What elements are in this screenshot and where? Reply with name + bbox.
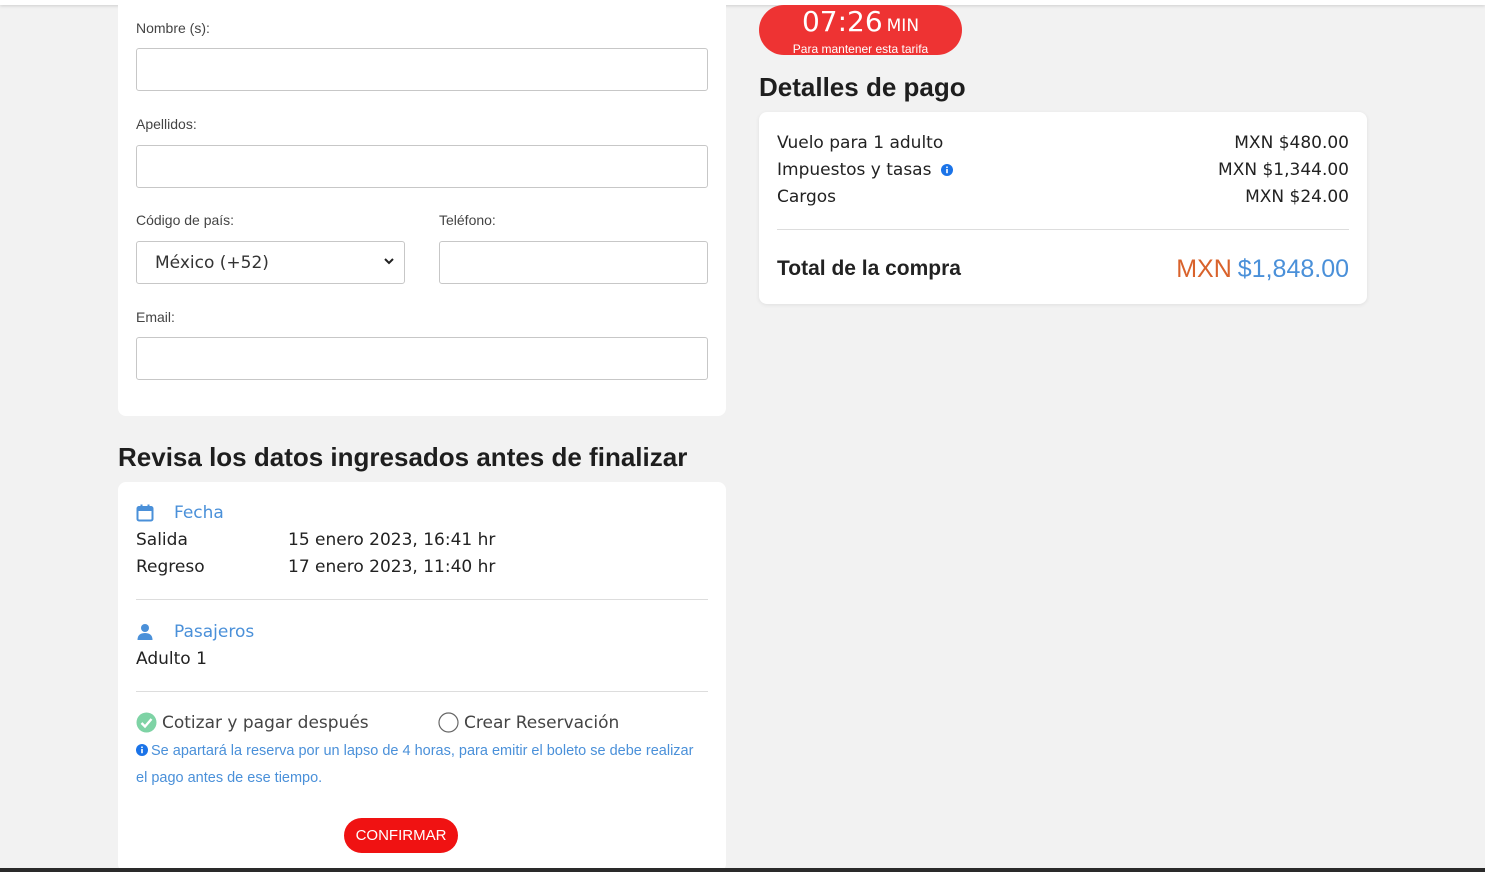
option-cotizar[interactable]: Cotizar y pagar después xyxy=(136,712,369,733)
user-icon xyxy=(137,624,153,640)
payment-title: Detalles de pago xyxy=(759,72,966,102)
apellidos-input[interactable] xyxy=(136,145,708,188)
apellidos-label: Apellidos: xyxy=(136,116,197,132)
info-icon[interactable] xyxy=(940,164,953,176)
codigo-pais-value: México (+52) xyxy=(155,252,269,273)
total-label: Total de la compra xyxy=(777,257,961,280)
email-label: Email: xyxy=(136,309,175,325)
fare-timer: 07:26 MIN Para mantener esta tarifa xyxy=(759,5,962,56)
reservation-note: Se apartará la reserva por un lapso de 4… xyxy=(136,738,696,792)
radio-empty-icon xyxy=(438,712,459,733)
telefono-input[interactable] xyxy=(439,241,708,284)
timer-note: Para mantener esta tarifa xyxy=(792,42,929,56)
review-title: Revisa los datos ingresados antes de fin… xyxy=(118,442,688,472)
payment-row-label: Impuestos y tasas xyxy=(777,160,932,180)
regreso-label: Regreso xyxy=(136,557,205,577)
payment-row-label: Cargos xyxy=(777,187,837,207)
review-card: Fecha Salida 15 enero 2023, 16:41 hr Reg… xyxy=(118,482,726,872)
codigo-pais-label: Código de país: xyxy=(136,212,235,228)
payment-row: Cargos MXN $24.00 xyxy=(777,185,1349,209)
payment-row: Impuestos y tasas MXN $1,344.00 xyxy=(777,158,1349,182)
email-input[interactable] xyxy=(136,337,708,380)
fecha-heading: Fecha xyxy=(136,503,224,523)
nombre-input[interactable] xyxy=(136,48,708,91)
payment-row-amount: MXN $480.00 xyxy=(1234,133,1349,153)
salida-label: Salida xyxy=(136,530,188,550)
section-divider xyxy=(136,691,708,692)
timer-time: 07:26 xyxy=(801,5,883,38)
option-crear-reservacion[interactable]: Crear Reservación xyxy=(438,712,619,733)
passenger-item: Adulto 1 xyxy=(136,649,207,669)
bottom-edge xyxy=(0,868,1485,872)
pasajeros-heading-label: Pasajeros xyxy=(174,622,255,642)
chevron-down-icon xyxy=(384,258,394,265)
calendar-icon xyxy=(136,504,154,522)
payment-divider xyxy=(777,229,1349,230)
option-cotizar-label: Cotizar y pagar después xyxy=(162,712,369,733)
timer-unit: MIN xyxy=(886,16,920,36)
total-row: Total de la compra MXN $1,848.00 xyxy=(777,252,1349,286)
salida-value: 15 enero 2023, 16:41 hr xyxy=(288,530,496,550)
payment-row-label: Vuelo para 1 adulto xyxy=(777,133,944,153)
confirm-button[interactable]: CONFIRMAR xyxy=(344,818,458,853)
payment-row: Vuelo para 1 adulto MXN $480.00 xyxy=(777,131,1349,155)
total-currency: MXN xyxy=(1176,254,1232,283)
pasajeros-heading: Pasajeros xyxy=(136,622,254,642)
passenger-form-card: Nombre (s): Apellidos: Código de país: M… xyxy=(118,0,726,416)
section-divider xyxy=(136,599,708,600)
reservation-note-text: Se apartará la reserva por un lapso de 4… xyxy=(136,743,694,786)
codigo-pais-select[interactable]: México (+52) xyxy=(136,241,405,284)
payment-row-amount: MXN $1,344.00 xyxy=(1218,160,1349,180)
info-icon xyxy=(136,744,148,756)
total-amount: $1,848.00 xyxy=(1237,254,1349,283)
check-circle-icon xyxy=(136,712,157,733)
payment-row-amount: MXN $24.00 xyxy=(1245,187,1349,207)
regreso-value: 17 enero 2023, 11:40 hr xyxy=(288,557,496,577)
telefono-label: Teléfono: xyxy=(439,212,496,228)
nombre-label: Nombre (s): xyxy=(136,20,210,36)
option-crear-label: Crear Reservación xyxy=(464,712,620,733)
payment-card: Vuelo para 1 adulto MXN $480.00 Impuesto… xyxy=(759,112,1367,304)
fecha-heading-label: Fecha xyxy=(174,503,224,523)
